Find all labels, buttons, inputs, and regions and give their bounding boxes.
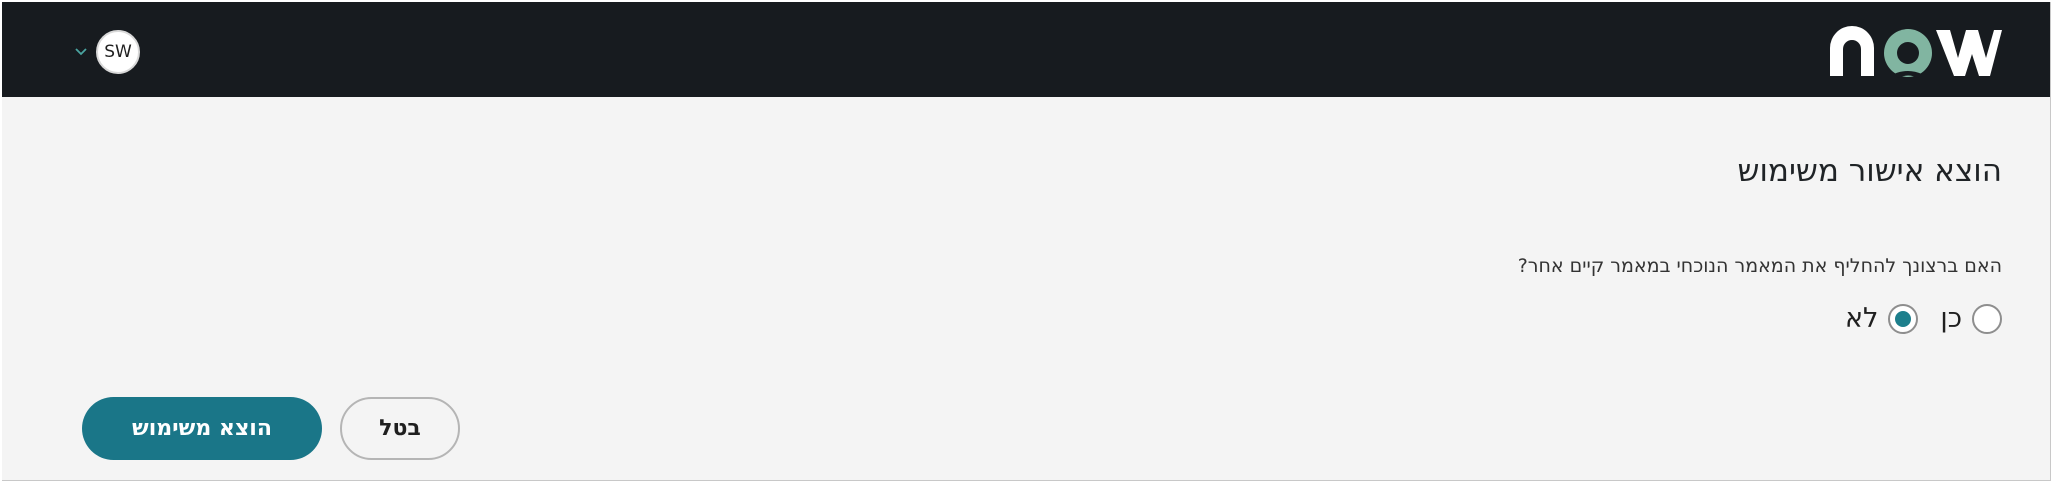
radio-label-no: לא <box>1844 303 1879 334</box>
retire-button[interactable]: הוצא משימוש <box>82 397 322 460</box>
cancel-button[interactable]: בטל <box>340 397 460 460</box>
avatar[interactable]: SW <box>96 30 140 74</box>
chevron-down-icon[interactable] <box>74 47 88 57</box>
question-text: האם ברצונך להחליף את המאמר הנוכחי במאמר … <box>1517 255 2002 277</box>
top-header: SW now <box>2 2 2050 97</box>
servicenow-logo: now <box>1828 22 2002 82</box>
now-logo-icon <box>1830 26 2002 78</box>
radio-option-yes[interactable]: כן <box>1940 303 2002 334</box>
page-title: הוצא אישור משימוש <box>1737 153 2003 189</box>
radio-button-no[interactable] <box>1888 303 1919 334</box>
radio-option-no[interactable]: לא <box>1844 303 1919 334</box>
radio-button-yes[interactable] <box>1972 303 2002 334</box>
app-frame: SW now הוצא אישור משימוש האם ברצונך להחל… <box>2 2 2051 481</box>
user-menu[interactable]: SW <box>74 30 140 74</box>
replace-article-radio-group: כן לא <box>1845 303 2002 334</box>
action-buttons: בטל הוצא משימוש <box>82 397 460 460</box>
radio-label-yes: כן <box>1940 303 1962 334</box>
